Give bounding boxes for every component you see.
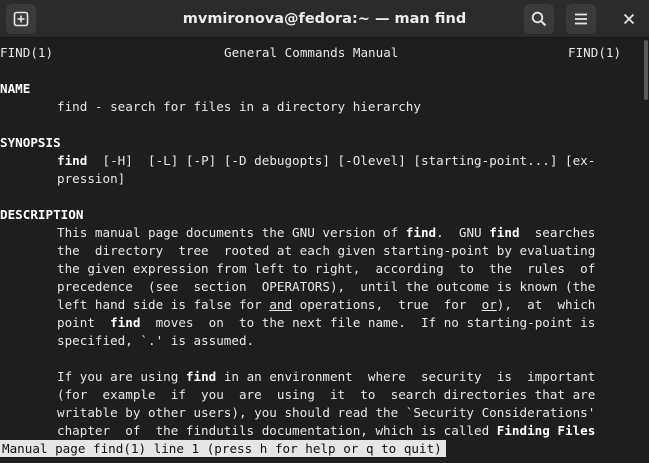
scrollbar[interactable] [644, 40, 648, 100]
close-button[interactable] [617, 7, 641, 31]
name-line: find - search for files in a directory h… [57, 99, 421, 114]
search-icon [531, 11, 547, 27]
desc-line: If you are using find in an environment … [57, 369, 596, 384]
search-button[interactable] [524, 4, 554, 34]
terminal-output[interactable]: FIND(1) General Commands Manual FIND(1) … [0, 38, 649, 463]
desc-line: (for example if you are using it to sear… [57, 387, 596, 402]
desc-line: point find moves on to the next file nam… [57, 315, 596, 330]
hamburger-menu-icon [575, 13, 587, 25]
section-heading-description: DESCRIPTION [0, 207, 84, 222]
man-header-right: FIND(1) [568, 45, 622, 60]
desc-line: writable by other users), you should rea… [57, 405, 596, 420]
desc-line: the directory tree rooted at each given … [57, 243, 596, 258]
window-titlebar: mvmironova@fedora:~ — man find [0, 0, 649, 38]
desc-line: precedence (see section OPERATORS), unti… [57, 279, 596, 294]
synopsis-continuation: pression] [57, 171, 126, 186]
new-tab-icon [13, 11, 29, 27]
desc-line: left hand side is false for and operatio… [57, 297, 596, 312]
close-icon [623, 13, 635, 25]
synopsis-line: find [-H] [-L] [-P] [-D debugopts] [-Ole… [57, 153, 596, 168]
new-tab-button[interactable] [6, 4, 36, 34]
desc-line: This manual page documents the GNU versi… [57, 225, 596, 240]
man-header-center: General Commands Manual [224, 45, 399, 60]
desc-line: specified, `.' is assumed. [57, 333, 255, 348]
man-header-left: FIND(1) [0, 45, 54, 60]
pager-status-bar: Manual page find(1) line 1 (press h for … [0, 440, 446, 457]
menu-button[interactable] [566, 4, 596, 34]
section-heading-synopsis: SYNOPSIS [0, 135, 61, 150]
section-heading-name: NAME [0, 81, 31, 96]
desc-line: the given expression from left to right,… [57, 261, 596, 276]
desc-line: chapter of the findutils documentation, … [57, 423, 596, 438]
